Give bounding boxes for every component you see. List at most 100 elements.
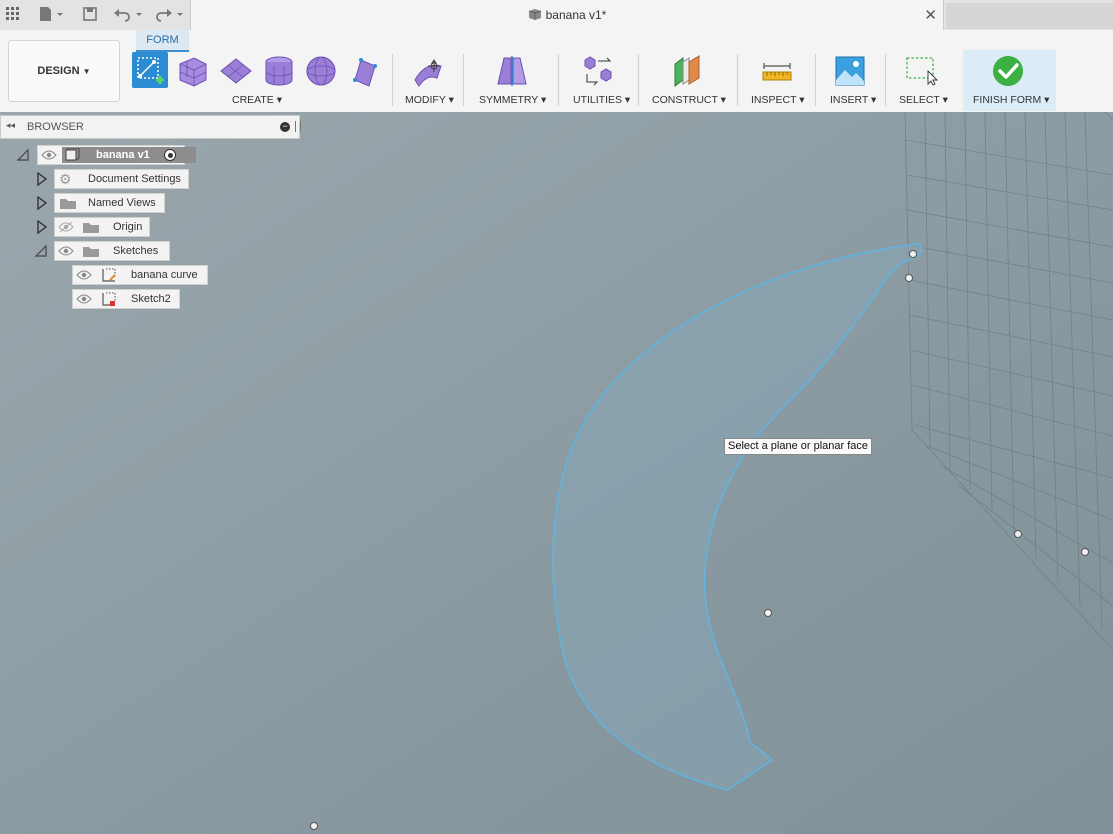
separator xyxy=(815,54,816,106)
construct-plane-icon[interactable] xyxy=(671,54,705,88)
viewport-background xyxy=(0,112,1113,834)
redo-icon[interactable] xyxy=(152,4,186,24)
selection-tooltip: Select a plane or planar face xyxy=(724,438,873,455)
inspect-label: INSPECT xyxy=(751,94,797,106)
modify-label: MODIFY xyxy=(405,94,446,106)
origin-label: Origin xyxy=(113,221,143,233)
collapsed-triangle-icon[interactable] xyxy=(34,219,48,235)
folder-icon xyxy=(82,245,100,261)
create-form-sketch-icon[interactable] xyxy=(132,52,168,88)
separator xyxy=(392,54,393,106)
construct-menu[interactable]: CONSTRUCT ▾ xyxy=(652,94,726,106)
document-title-text: banana v1* xyxy=(545,8,607,22)
eye-icon[interactable] xyxy=(76,269,92,284)
workspace-label: DESIGN xyxy=(37,65,80,77)
panel-pin-icon[interactable] xyxy=(295,121,301,132)
separator xyxy=(463,54,464,106)
close-icon[interactable]: ✕ xyxy=(924,6,937,24)
eye-icon[interactable] xyxy=(58,245,74,260)
document-tab[interactable]: banana v1* ✕ xyxy=(190,0,944,30)
sketch2-label: Sketch2 xyxy=(131,293,171,305)
separator xyxy=(885,54,886,106)
tree-item-origin[interactable]: Origin xyxy=(54,217,150,237)
measure-icon[interactable] xyxy=(760,54,794,88)
expanded-triangle-icon[interactable] xyxy=(16,148,30,162)
select-menu[interactable]: SELECT ▾ xyxy=(899,94,948,106)
utilities-icon[interactable] xyxy=(582,54,616,88)
control-point xyxy=(764,609,772,617)
face-form-icon[interactable] xyxy=(347,54,381,88)
finish-form-label: FINISH FORM xyxy=(973,94,1042,106)
chevron-down-icon: ▼ xyxy=(82,66,91,76)
new-tab-area[interactable] xyxy=(946,3,1113,29)
control-point xyxy=(909,250,917,258)
tree-item-sketch2[interactable]: Sketch2 xyxy=(72,289,180,309)
collapsed-triangle-icon[interactable] xyxy=(34,195,48,211)
document-title: banana v1* xyxy=(191,8,943,24)
browser-title: BROWSER xyxy=(27,121,84,133)
checkmark-icon[interactable] xyxy=(991,54,1025,88)
gear-icon: ⚙ xyxy=(59,171,72,187)
folder-icon xyxy=(59,197,77,213)
create-menu[interactable]: CREATE ▾ xyxy=(232,94,282,106)
control-point xyxy=(310,822,318,830)
utilities-menu[interactable]: UTILITIES ▾ xyxy=(573,94,630,106)
control-point xyxy=(905,274,913,282)
eye-icon[interactable] xyxy=(76,293,92,308)
root-label: banana v1 xyxy=(96,149,150,161)
insert-menu[interactable]: INSERT ▾ xyxy=(830,94,876,106)
workspace-switcher-button[interactable]: DESIGN ▼ xyxy=(8,40,120,102)
cylinder-form-icon[interactable] xyxy=(262,54,296,88)
component-icon xyxy=(64,147,80,165)
sketches-label: Sketches xyxy=(113,245,159,257)
modify-menu[interactable]: MODIFY ▾ xyxy=(405,94,454,106)
separator xyxy=(737,54,738,106)
eye-hidden-icon[interactable] xyxy=(58,221,74,236)
collapsed-triangle-icon[interactable] xyxy=(34,171,48,187)
box-form-icon[interactable] xyxy=(176,54,210,88)
select-label: SELECT xyxy=(899,94,940,106)
control-point xyxy=(1014,530,1022,538)
file-icon[interactable] xyxy=(36,4,66,24)
tree-item-sketches[interactable]: Sketches xyxy=(54,241,170,261)
tab-form[interactable]: FORM xyxy=(136,30,189,52)
plane-form-icon[interactable] xyxy=(219,54,253,88)
box-icon xyxy=(528,8,542,24)
minus-circle-icon[interactable]: − xyxy=(280,122,290,132)
collapse-panel-icon[interactable]: ◂◂ xyxy=(6,120,15,131)
folder-icon xyxy=(82,221,100,237)
undo-icon[interactable] xyxy=(112,4,146,24)
symmetry-menu[interactable]: SYMMETRY ▾ xyxy=(479,94,546,106)
ribbon-toolbar: DESIGN ▼ FORM CREATE ▾ MODIFY ▾ SYMMETRY… xyxy=(0,30,1113,113)
sketch-banana-curve-label: banana curve xyxy=(131,269,198,281)
separator xyxy=(638,54,639,106)
named-views-label: Named Views xyxy=(88,197,156,209)
document-settings-label: Document Settings xyxy=(88,173,181,185)
window-select-icon[interactable] xyxy=(904,54,939,88)
inspect-menu[interactable]: INSPECT ▾ xyxy=(751,94,805,106)
sketch-icon xyxy=(101,268,117,286)
insert-label: INSERT xyxy=(830,94,869,106)
save-icon[interactable] xyxy=(80,4,100,24)
browser-header: ◂◂ BROWSER − xyxy=(0,115,301,139)
modify-form-icon[interactable] xyxy=(412,54,446,88)
control-point xyxy=(1081,548,1089,556)
insert-image-icon[interactable] xyxy=(833,54,867,88)
finish-form-menu[interactable]: FINISH FORM ▾ xyxy=(973,94,1049,106)
viewport-canvas[interactable] xyxy=(0,112,1113,834)
symmetry-icon[interactable] xyxy=(495,54,529,88)
tree-root-banana-v1[interactable]: banana v1 xyxy=(37,145,196,165)
expanded-triangle-icon[interactable] xyxy=(34,244,48,258)
separator xyxy=(558,54,559,106)
eye-icon[interactable] xyxy=(41,149,57,164)
create-label: CREATE xyxy=(232,94,274,106)
utilities-label: UTILITIES xyxy=(573,94,623,106)
construct-label: CONSTRUCT xyxy=(652,94,718,106)
tree-item-sketch-banana-curve[interactable]: banana curve xyxy=(72,265,208,285)
sphere-form-icon[interactable] xyxy=(304,54,338,88)
activate-radio-icon[interactable] xyxy=(164,149,176,161)
tree-item-named-views[interactable]: Named Views xyxy=(54,193,165,213)
tree-item-document-settings[interactable]: ⚙ Document Settings xyxy=(54,169,189,189)
symmetry-label: SYMMETRY xyxy=(479,94,539,106)
apps-grid-icon[interactable] xyxy=(4,4,22,24)
